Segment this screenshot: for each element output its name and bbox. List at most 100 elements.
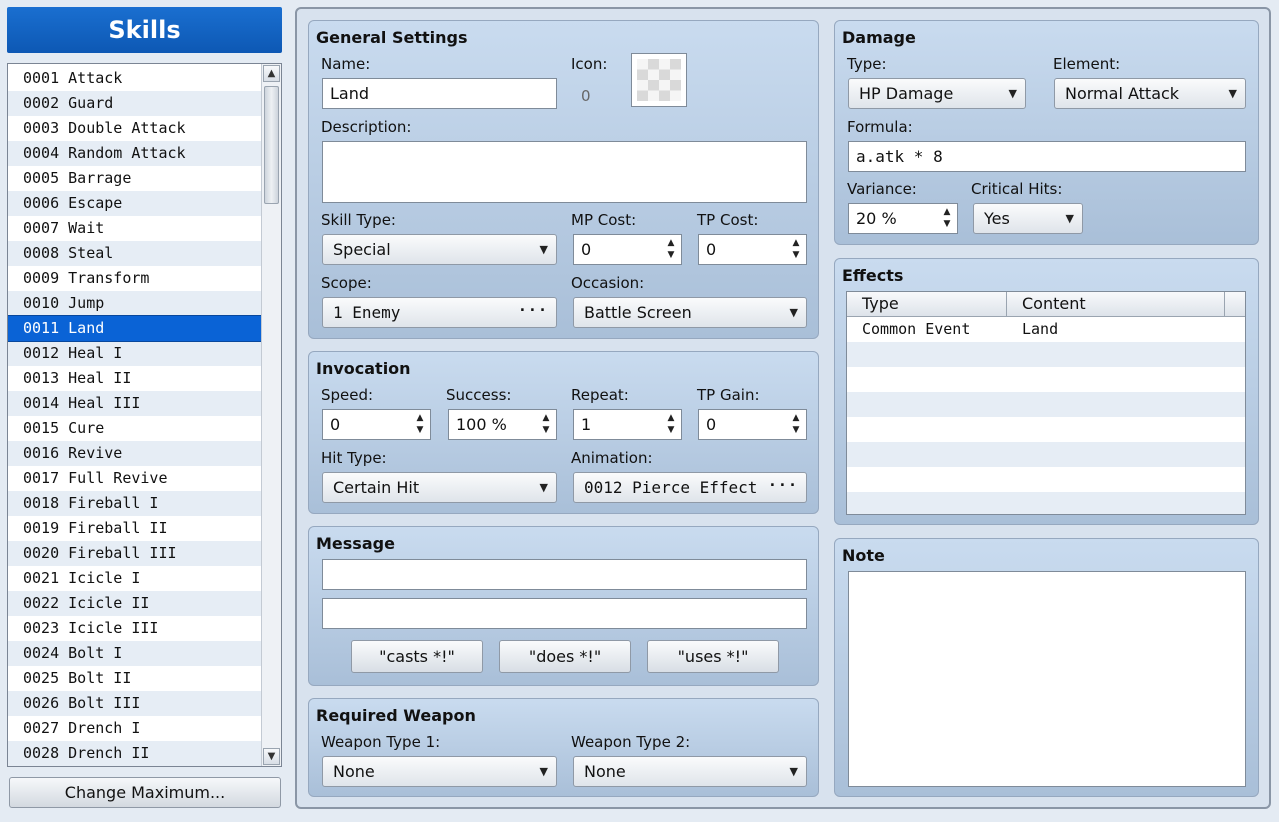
animation-label: Animation: — [571, 449, 653, 467]
spin-arrows-icon[interactable]: ▲ ▼ — [540, 412, 552, 436]
chevron-down-icon: ▼ — [789, 765, 798, 778]
skill-list-item[interactable]: 0001 Attack — [8, 66, 261, 91]
message-line-1[interactable] — [322, 559, 807, 590]
skill-list-item[interactable]: 0028 Drench II — [8, 741, 261, 766]
success-input[interactable]: 100 % ▲ ▼ — [448, 409, 557, 440]
skill-list-item[interactable]: 0016 Revive — [8, 441, 261, 466]
message-line-2[interactable] — [322, 598, 807, 629]
effects-col-content[interactable]: Content — [1007, 292, 1225, 317]
name-input[interactable]: Land — [322, 78, 557, 109]
casts-button[interactable]: "casts *!" — [351, 640, 483, 673]
skill-list-item[interactable]: 0004 Random Attack — [8, 141, 261, 166]
skill-list-item[interactable]: 0003 Double Attack — [8, 116, 261, 141]
tp-gain-label: TP Gain: — [697, 386, 760, 404]
damage-panel: Damage Type: HP Damage ▼ Element: Normal… — [834, 20, 1259, 245]
skill-list-scrollbar[interactable]: ▲ ▼ — [261, 64, 281, 766]
repeat-value: 1 — [581, 415, 592, 434]
skill-list-item[interactable]: 0006 Escape — [8, 191, 261, 216]
weapon-type-1-select[interactable]: None ▼ — [322, 756, 557, 787]
chevron-down-icon: ▼ — [539, 765, 548, 778]
skill-type-select[interactable]: Special ▼ — [322, 234, 557, 265]
skill-list-item[interactable]: 0005 Barrage — [8, 166, 261, 191]
table-row[interactable] — [847, 392, 1245, 417]
skill-list-item[interactable]: 0020 Fireball III — [8, 541, 261, 566]
required-weapon-panel: Required Weapon Weapon Type 1: None ▼ We… — [308, 698, 819, 797]
skill-list-item[interactable]: 0018 Fireball I — [8, 491, 261, 516]
speed-input[interactable]: 0 ▲ ▼ — [322, 409, 431, 440]
tp-cost-input[interactable]: 0 ▲ ▼ — [698, 234, 807, 265]
variance-value: 20 % — [856, 209, 897, 228]
table-row[interactable] — [847, 367, 1245, 392]
spin-arrows-icon[interactable]: ▲ ▼ — [790, 237, 802, 261]
effects-col-type[interactable]: Type — [847, 292, 1007, 317]
icon-picker[interactable] — [631, 53, 687, 107]
skill-list-item[interactable]: 0019 Fireball II — [8, 516, 261, 541]
chevron-down-icon: ▼ — [1008, 87, 1017, 100]
skill-list-item[interactable]: 0009 Transform — [8, 266, 261, 291]
scroll-down-icon[interactable]: ▼ — [263, 748, 280, 765]
skill-type-value: Special — [333, 240, 391, 259]
spin-arrows-icon[interactable]: ▲ ▼ — [414, 412, 426, 436]
scope-picker[interactable]: 1 Enemy ··· — [322, 297, 557, 328]
skill-list-item[interactable]: 0008 Steal — [8, 241, 261, 266]
animation-picker[interactable]: 0012 Pierce Effect ··· — [573, 472, 807, 503]
skill-list-item[interactable]: 0024 Bolt I — [8, 641, 261, 666]
success-label: Success: — [446, 386, 512, 404]
occasion-value: Battle Screen — [584, 303, 692, 322]
uses-button[interactable]: "uses *!" — [647, 640, 779, 673]
skill-list-item[interactable]: 0011 Land — [8, 315, 262, 342]
skill-list-item[interactable]: 0012 Heal I — [8, 341, 261, 366]
change-maximum-button[interactable]: Change Maximum... — [9, 777, 281, 808]
repeat-input[interactable]: 1 ▲ ▼ — [573, 409, 682, 440]
element-select[interactable]: Normal Attack ▼ — [1054, 78, 1246, 109]
damage-type-select[interactable]: HP Damage ▼ — [848, 78, 1026, 109]
skill-list-item[interactable]: 0026 Bolt III — [8, 691, 261, 716]
hit-type-select[interactable]: Certain Hit ▼ — [322, 472, 557, 503]
skill-list-item[interactable]: 0027 Drench I — [8, 716, 261, 741]
skill-list-item[interactable]: 0025 Bolt II — [8, 666, 261, 691]
table-row[interactable] — [847, 492, 1245, 514]
element-label: Element: — [1053, 55, 1121, 73]
table-row[interactable] — [847, 467, 1245, 492]
formula-input[interactable]: a.atk * 8 — [848, 141, 1246, 172]
invocation-title: Invocation — [316, 359, 411, 378]
spin-arrows-icon[interactable]: ▲ ▼ — [665, 237, 677, 261]
skill-list-item[interactable]: 0007 Wait — [8, 216, 261, 241]
skill-list-item[interactable]: 0015 Cure — [8, 416, 261, 441]
scroll-up-icon[interactable]: ▲ — [263, 65, 280, 82]
spin-arrows-icon[interactable]: ▲ ▼ — [941, 206, 953, 230]
critical-hits-select[interactable]: Yes ▼ — [973, 203, 1083, 234]
invocation-panel: Invocation Speed: 0 ▲ ▼ Success: 100 % ▲ ▼… — [308, 351, 819, 514]
table-row[interactable] — [847, 417, 1245, 442]
general-settings-panel: General Settings Name: Land Icon: 0 Desc… — [308, 20, 819, 339]
skill-list-item[interactable]: 0022 Icicle II — [8, 591, 261, 616]
skill-list-item[interactable]: 0014 Heal III — [8, 391, 261, 416]
skill-list-item[interactable]: 0013 Heal II — [8, 366, 261, 391]
spin-arrows-icon[interactable]: ▲ ▼ — [665, 412, 677, 436]
animation-value: 0012 Pierce Effect — [584, 478, 758, 497]
mp-cost-label: MP Cost: — [571, 211, 637, 229]
skill-list-item[interactable]: 0017 Full Revive — [8, 466, 261, 491]
variance-label: Variance: — [847, 180, 917, 198]
effects-table[interactable]: Type Content Common Event Land — [846, 291, 1246, 515]
mp-cost-input[interactable]: 0 ▲ ▼ — [573, 234, 682, 265]
note-input[interactable] — [848, 571, 1246, 787]
scroll-thumb[interactable] — [264, 86, 279, 204]
description-input[interactable] — [322, 141, 807, 203]
skill-list-item[interactable]: 0010 Jump — [8, 291, 261, 316]
skill-list[interactable]: 0001 Attack 0002 Guard 0003 Double Attack 0… — [7, 63, 282, 767]
occasion-select[interactable]: Battle Screen ▼ — [573, 297, 807, 328]
does-button[interactable]: "does *!" — [499, 640, 631, 673]
tp-gain-value: 0 — [706, 415, 717, 434]
weapon-type-2-select[interactable]: None ▼ — [573, 756, 807, 787]
description-label: Description: — [321, 118, 412, 136]
spin-arrows-icon[interactable]: ▲ ▼ — [790, 412, 802, 436]
table-row[interactable] — [847, 342, 1245, 367]
variance-input[interactable]: 20 % ▲ ▼ — [848, 203, 958, 234]
skill-list-item[interactable]: 0021 Icicle I — [8, 566, 261, 591]
table-row[interactable] — [847, 442, 1245, 467]
skill-list-item[interactable]: 0023 Icicle III — [8, 616, 261, 641]
table-row[interactable]: Common Event Land — [847, 317, 1245, 342]
tp-gain-input[interactable]: 0 ▲ ▼ — [698, 409, 807, 440]
skill-list-item[interactable]: 0002 Guard — [8, 91, 261, 116]
